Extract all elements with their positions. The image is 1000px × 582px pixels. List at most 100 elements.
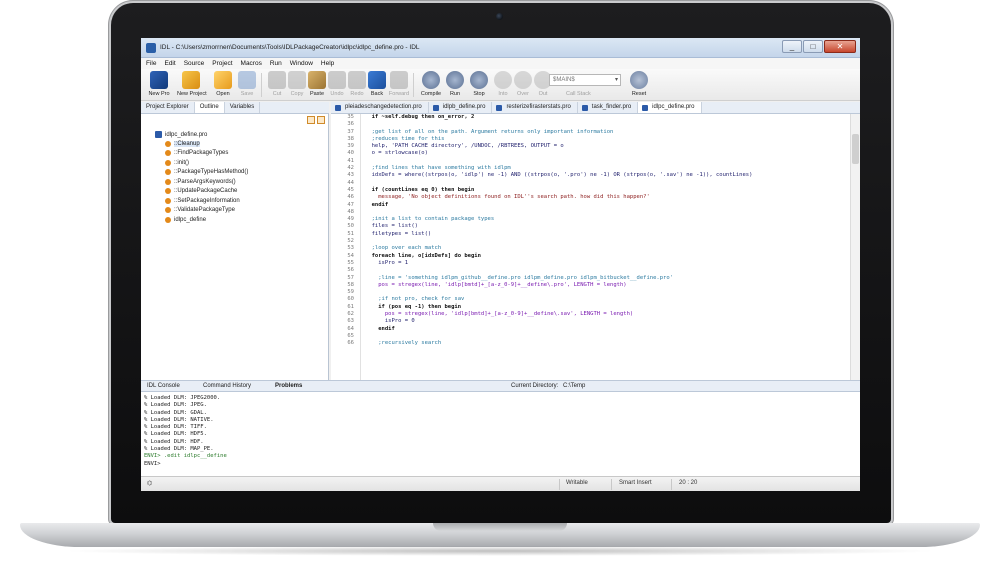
line-number: 66 [347,340,354,347]
editor-scrollbar[interactable] [850,114,860,380]
current-directory-value[interactable]: C:\Temp [563,383,585,389]
tab-resterizefirasterstats[interactable]: resterizefirasterstats.pro [492,102,578,113]
laptop-notch [433,523,567,531]
outline-item-label: ::FindPackageTypes [174,150,229,157]
menu-source[interactable]: Source [184,60,205,67]
tab-idlpc-define[interactable]: idlpc_define.pro [638,102,702,113]
tab-pleiadeschangedetection[interactable]: pleiadeschangedetection.pro [331,102,429,113]
sort-icon[interactable] [307,116,315,124]
line-number: 41 [347,157,354,164]
code-line[interactable]: 37 ;get list of all on the path. Argumen… [331,129,841,136]
outline-item[interactable]: ::PackageTypeHasMethod() [165,168,248,178]
tab-task-finder[interactable]: task_finder.pro [578,102,639,113]
status-icon: ⌬ [147,481,153,487]
code-line[interactable]: 48 [331,209,841,216]
code-line[interactable]: 62 pos = stregex(line, 'idlp[bmtd]+_[a-z… [331,311,841,318]
code-text: if (pos eq -1) then begin [365,303,462,310]
code-line[interactable]: 66 ;recursively search [331,340,841,347]
outline-item[interactable]: idlpc_define [165,215,248,225]
close-button[interactable]: ✕ [824,40,856,53]
code-line[interactable]: 56 [331,267,841,274]
outline-tree: idlpc_define.pro ::Cleanup ::FindPackage… [155,130,248,225]
idl-window: IDL - C:\Users\zmorrnen\Documents\Tools\… [141,38,860,491]
code-line[interactable]: 44 [331,180,841,187]
console-prompt[interactable]: ENVI> [144,461,860,468]
code-line[interactable]: 58 pos = stregex(line, 'idlp[bmtd]+_[a-z… [331,282,841,289]
menu-macros[interactable]: Macros [241,60,262,67]
tab-command-history[interactable]: Command History [203,383,251,389]
new-project-button[interactable]: New Project [177,71,207,99]
idl-console[interactable]: % Loaded DLM: JPEG2000.% Loaded DLM: JPE… [141,392,860,476]
tab-variables[interactable]: Variables [225,102,261,113]
line-number: 49 [347,216,354,223]
save-button[interactable]: Save [233,71,261,99]
code-text: isPro = 1 [365,259,409,266]
code-line[interactable]: 52 [331,238,841,245]
menu-edit[interactable]: Edit [164,60,175,67]
code-line[interactable]: 60 ;if not pro, check for sav [331,296,841,303]
code-line[interactable]: 53 ;loop over each match [331,245,841,252]
code-editor[interactable]: 35 if ~self.debug then on_error, 2 36 37 ;… [331,114,860,380]
code-line[interactable]: 46 message, 'No object definitions found… [331,194,841,201]
outline-item[interactable]: ::init() [165,158,248,168]
menu-project[interactable]: Project [212,60,232,67]
outline-item[interactable]: ::UpdatePackageCache [165,187,248,197]
code-area[interactable]: 35 if ~self.debug then on_error, 2 36 37 ;… [331,114,841,380]
code-line[interactable]: 38 ;reduces time for this [331,136,841,143]
line-number: 53 [347,245,354,252]
outline-item[interactable]: ::Cleanup [165,139,248,149]
menu-window[interactable]: Window [290,60,313,67]
code-line[interactable]: 42 ;find lines that have something with … [331,165,841,172]
outline-item[interactable]: ::SetPackageInformation [165,196,248,206]
code-line[interactable]: 51 filetypes = list() [331,231,841,238]
code-text: ;find lines that have something with idl… [365,165,511,172]
code-line[interactable]: 64 endif [331,326,841,333]
code-line[interactable]: 36 [331,121,841,128]
tab-problems[interactable]: Problems [275,383,302,389]
outline-item[interactable]: ::ValidatePackageType [165,206,248,216]
collapse-icon[interactable] [317,116,325,124]
status-position: 20 : 20 [679,480,698,486]
code-line[interactable]: 61 if (pos eq -1) then begin [331,304,841,311]
method-icon [165,178,171,185]
code-line[interactable]: 49 ;init a list to contain package types [331,216,841,223]
maximize-button[interactable]: □ [803,40,823,53]
outline-item[interactable]: ::FindPackageTypes [165,149,248,159]
code-line[interactable]: 50 files = list() [331,223,841,230]
code-line[interactable]: 45 if (countLines eq 0) then begin [331,187,841,194]
tab-outline[interactable]: Outline [194,102,225,113]
minimize-button[interactable]: _ [782,40,802,53]
scrollbar-thumb[interactable] [852,134,859,164]
outline-item[interactable]: ::ParseArgsKeywords() [165,177,248,187]
menu-file[interactable]: File [146,60,156,67]
code-line[interactable]: 41 [331,158,841,165]
code-line[interactable]: 35 if ~self.debug then on_error, 2 [331,114,841,121]
idl-logo-icon [146,43,156,53]
code-line[interactable]: 59 [331,289,841,296]
code-line[interactable]: 63 isPro = 0 [331,318,841,325]
menu-help[interactable]: Help [321,60,334,67]
code-line[interactable]: 54 foreach line, o[idxDefs] do begin [331,253,841,260]
code-line[interactable]: 65 [331,333,841,340]
code-line[interactable]: 40 o = strlowcase(o) [331,150,841,157]
code-line[interactable]: 43 idxDefs = where((strpos(o, 'idlp') ne… [331,172,841,179]
forward-button[interactable]: Forward [385,71,413,99]
tab-project-explorer[interactable]: Project Explorer [141,102,195,113]
open-folder-icon [214,71,232,89]
editor-tabs: pleiadeschangedetection.pro idlpb_define… [331,102,860,114]
menu-bar: File Edit Source Project Macros Run Wind… [141,58,860,69]
call-stack-select[interactable]: $MAIN$ ▾ [549,74,621,86]
code-line[interactable]: 47 endif [331,202,841,209]
code-line[interactable]: 57 ;line = 'something idlpm_github__defi… [331,275,841,282]
tab-idlpb-define[interactable]: idlpb_define.pro [429,102,493,113]
outline-root[interactable]: idlpc_define.pro [155,130,248,139]
menu-run[interactable]: Run [270,60,282,67]
reset-button[interactable]: Reset [625,71,653,99]
code-line[interactable]: 39 help, 'PATH CACHE directory', /UNDOC,… [331,143,841,150]
new-pro-button[interactable]: New Pro [145,71,173,99]
code-line[interactable]: 55 isPro = 1 [331,260,841,267]
tab-idl-console[interactable]: IDL Console [147,383,180,389]
outline-tools [307,116,325,124]
